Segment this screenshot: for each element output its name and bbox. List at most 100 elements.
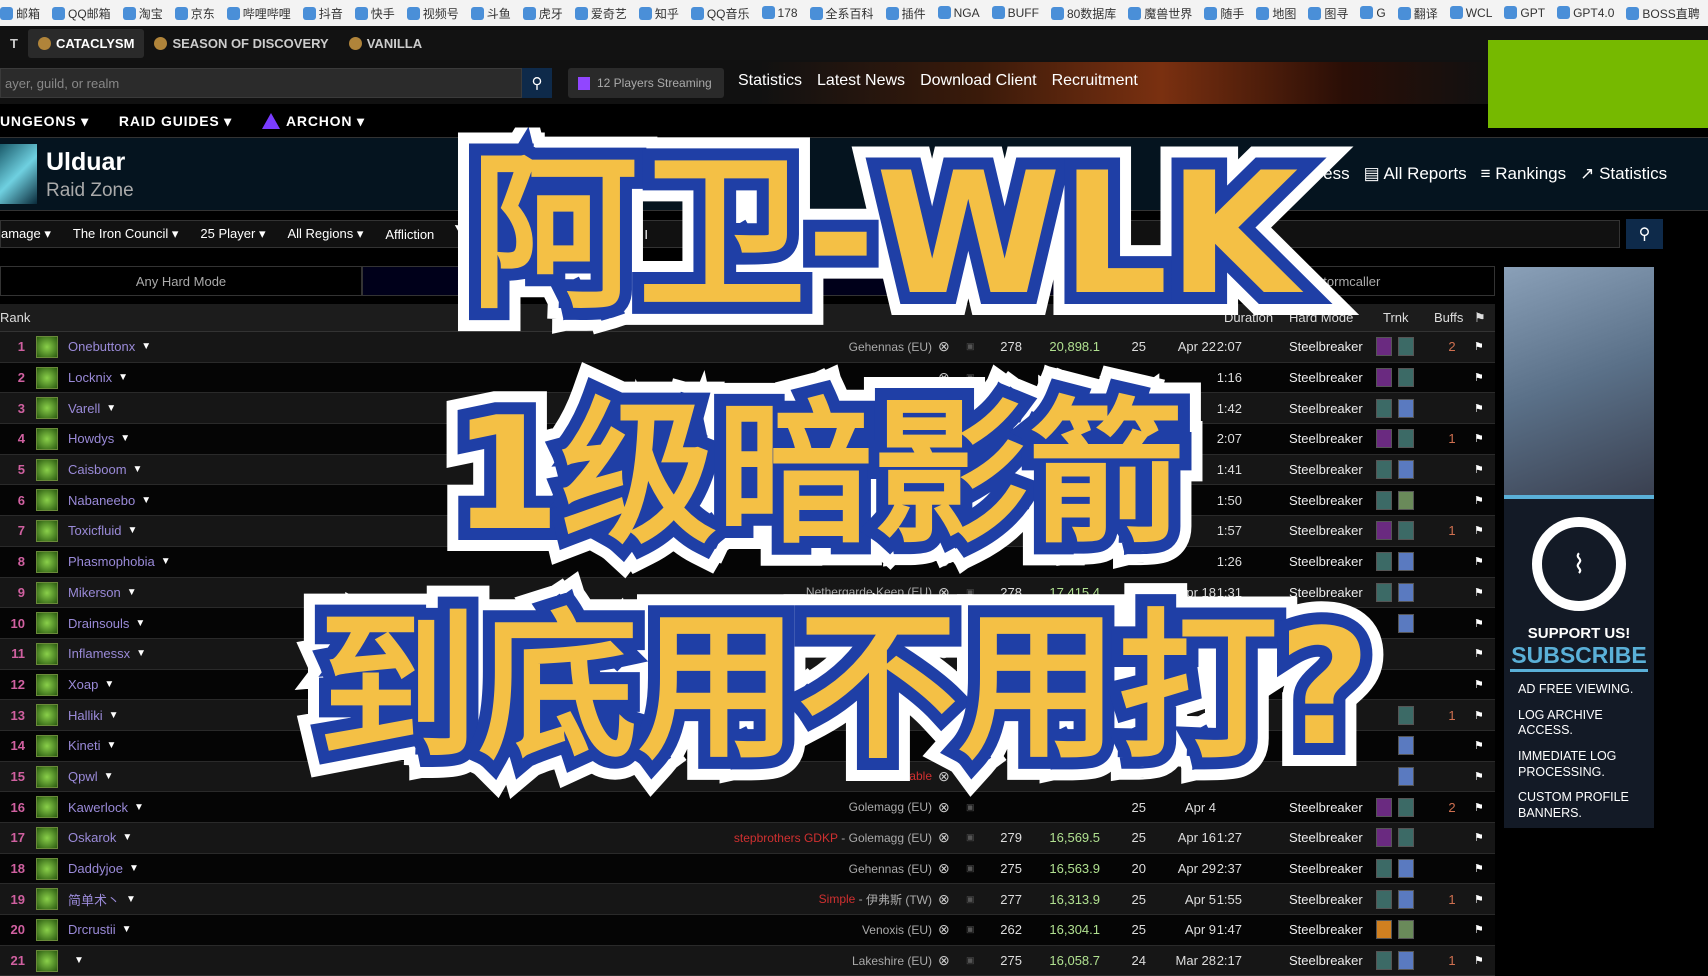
guild-server[interactable]: Venoxis (EU) [862, 915, 932, 945]
subscribe-ad[interactable]: ⌇ SUPPORT US! SUBSCRIBE AD FREE VIEWING.… [1504, 267, 1654, 828]
player-name[interactable]: Inflamessx ▼ [68, 639, 146, 669]
trinket-icon[interactable] [1398, 859, 1414, 879]
chevron-down-icon[interactable]: ▼ [120, 433, 130, 444]
trinket-icon[interactable] [1376, 429, 1392, 449]
youtube-icon[interactable]: ▣ [966, 884, 975, 914]
report-icon[interactable]: ⊗ [938, 854, 950, 884]
game-tab-sod[interactable]: SEASON OF DISCOVERY [144, 29, 338, 58]
bookmark[interactable]: NGA [937, 6, 980, 20]
link-latest-news[interactable]: Latest News [817, 72, 905, 90]
header-rank[interactable]: Rank [0, 304, 30, 331]
flag-icon[interactable]: ⚑ [1474, 485, 1484, 515]
bookmark[interactable]: 抖音 [302, 5, 343, 22]
flag-icon[interactable]: ⚑ [1474, 516, 1484, 546]
flag-icon[interactable]: ⚑ [1474, 393, 1484, 423]
player-name[interactable]: Halliki ▼ [68, 700, 119, 730]
nav-archon[interactable]: ARCHON ▾ [262, 113, 365, 130]
trinket-icon[interactable] [1398, 705, 1414, 725]
trinket-icon[interactable] [1376, 582, 1392, 602]
report-icon[interactable]: ⊗ [938, 823, 950, 853]
flag-icon[interactable]: ⚑ [1474, 455, 1484, 485]
player-name[interactable]: Onebuttonx ▼ [68, 332, 151, 362]
game-tab-partial[interactable]: T [0, 29, 28, 58]
chevron-down-icon[interactable]: ▼ [104, 771, 114, 782]
trinket-icon[interactable] [1376, 828, 1392, 848]
bookmark[interactable]: 随手 [1204, 5, 1244, 22]
filter-search-button[interactable]: ⚲ [1626, 219, 1663, 249]
trinket-icon[interactable] [1398, 920, 1414, 940]
flag-icon[interactable]: ⚑ [1474, 700, 1484, 730]
filter-spec[interactable]: Affliction [385, 227, 434, 242]
nav-raid-guides[interactable]: RAID GUIDES ▾ [119, 113, 232, 130]
header-trinkets[interactable]: Trnk [1383, 304, 1409, 331]
trinket-icon[interactable] [1376, 797, 1392, 817]
youtube-icon[interactable]: ▣ [966, 823, 975, 853]
ad-subscribe-text[interactable]: SUBSCRIBE [1510, 642, 1648, 672]
trinket-icon[interactable] [1376, 368, 1392, 388]
guild-server[interactable]: Golemagg (EU) [849, 792, 932, 822]
player-name[interactable]: Varell ▼ [68, 393, 116, 423]
date[interactable]: Apr 9 [1185, 915, 1216, 945]
player-name[interactable]: Howdys ▼ [68, 424, 130, 454]
bookmark[interactable]: 虎牙 [522, 5, 563, 22]
trinket-icon[interactable] [1398, 766, 1414, 786]
trinket-icon[interactable] [1398, 797, 1414, 817]
bookmark[interactable]: 全系百科 [809, 5, 874, 22]
nav-dungeons[interactable]: UNGEONS ▾ [0, 113, 89, 130]
bookmark[interactable]: 178 [761, 6, 798, 20]
zone-link-rankings[interactable]: ≡ Rankings [1481, 164, 1567, 184]
player-name[interactable]: Kineti ▼ [68, 731, 116, 761]
game-tab-cataclysm[interactable]: CATACLYSM [27, 28, 145, 58]
filter-metric[interactable]: amage ▾ [1, 226, 51, 242]
tab-any-hard-mode[interactable]: Any Hard Mode [0, 266, 362, 296]
player-name[interactable]: Caisboom ▼ [68, 455, 142, 485]
flag-icon[interactable]: ⚑ [1474, 578, 1484, 608]
search-button[interactable]: ⚲ [522, 68, 552, 98]
bookmark[interactable]: 淘宝 [122, 5, 163, 22]
trinket-icon[interactable] [1398, 490, 1414, 510]
trinket-icon[interactable] [1376, 398, 1392, 418]
trinket-icon[interactable] [1398, 460, 1414, 480]
flag-icon[interactable]: ⚑ [1474, 884, 1484, 914]
flag-icon[interactable]: ⚑ [1474, 424, 1484, 454]
flag-icon[interactable]: ⚑ [1474, 762, 1484, 792]
chevron-down-icon[interactable]: ▼ [127, 587, 137, 598]
trinket-icon[interactable] [1398, 613, 1414, 633]
zone-link-all-reports[interactable]: ▤ All Reports [1364, 164, 1467, 184]
trinket-icon[interactable] [1398, 582, 1414, 602]
player-name[interactable]: Phasmophobia ▼ [68, 547, 171, 577]
trinket-icon[interactable] [1376, 920, 1392, 940]
game-tab-vanilla[interactable]: VANILLA [339, 29, 432, 58]
bookmark[interactable]: 知乎 [638, 5, 679, 22]
guild-name[interactable]: stepbrothers GDKP [734, 831, 838, 845]
trinket-icon[interactable] [1398, 337, 1414, 357]
flag-icon[interactable]: ⚑ [1474, 608, 1484, 638]
bookmark[interactable]: G [1360, 6, 1386, 20]
flag-icon[interactable]: ⚑ [1474, 854, 1484, 884]
bookmark[interactable]: WCL [1449, 6, 1492, 20]
bookmark[interactable]: 地图 [1256, 5, 1296, 22]
link-recruitment[interactable]: Recruitment [1052, 72, 1138, 90]
trinket-icon[interactable] [1398, 429, 1414, 449]
trinket-icon[interactable] [1398, 368, 1414, 388]
player-name[interactable]: Mikerson ▼ [68, 578, 137, 608]
trinket-icon[interactable] [1398, 736, 1414, 756]
guild-name[interactable]: Simple [819, 892, 856, 906]
trinket-icon[interactable] [1376, 889, 1392, 909]
bookmark[interactable]: QQ音乐 [690, 5, 750, 22]
chevron-down-icon[interactable]: ▼ [161, 556, 171, 567]
guild-server[interactable]: stepbrothers GDKP - Golemagg (EU) [734, 823, 932, 853]
bookmark[interactable]: 魔兽世界 [1128, 5, 1192, 22]
report-icon[interactable]: ⊗ [938, 915, 950, 945]
player-name[interactable]: Drcrustii ▼ [68, 915, 132, 945]
trinket-icon[interactable] [1398, 889, 1414, 909]
link-statistics[interactable]: Statistics [738, 72, 802, 90]
bookmark[interactable]: 爱奇艺 [574, 5, 627, 22]
filter-boss[interactable]: The Iron Council ▾ [73, 226, 179, 242]
filter-size[interactable]: 25 Player ▾ [200, 226, 265, 242]
header-hard-mode[interactable]: Hard Mode [1289, 304, 1353, 331]
flag-icon[interactable]: ⚑ [1474, 823, 1484, 853]
chevron-down-icon[interactable]: ▼ [133, 464, 143, 475]
youtube-icon[interactable]: ▣ [966, 854, 975, 884]
chevron-down-icon[interactable]: ▼ [104, 679, 114, 690]
